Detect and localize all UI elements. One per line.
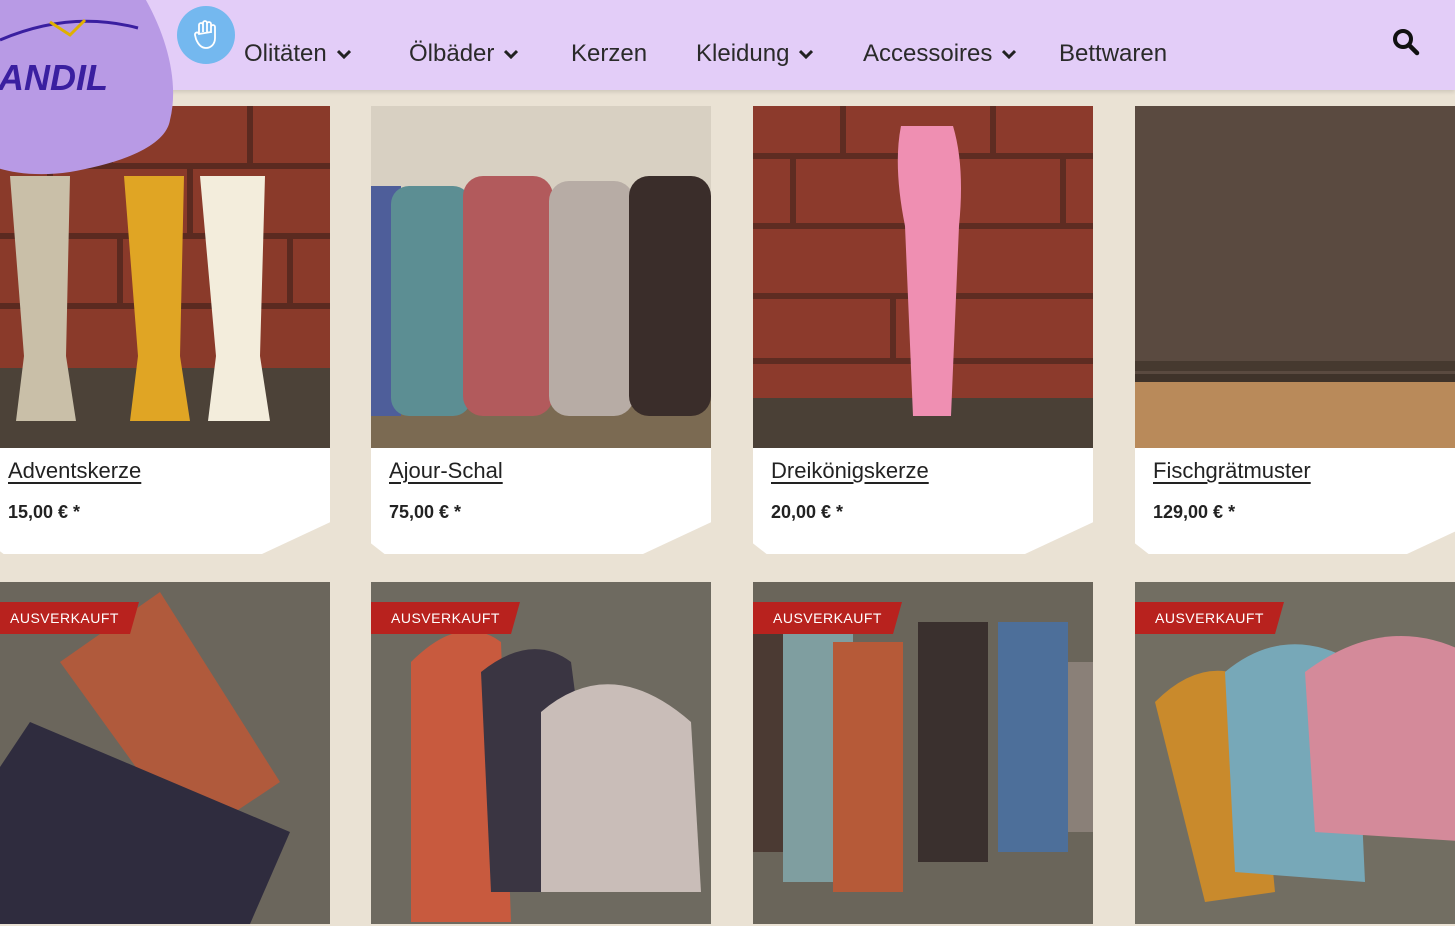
wrist-warmers-image[interactable]: AUSVERKAUFT	[0, 582, 330, 924]
chevron-down-icon	[336, 49, 351, 59]
pink-candle-image[interactable]	[753, 106, 1093, 448]
leg-warmers-image[interactable]: AUSVERKAUFT	[753, 582, 1093, 924]
soldout-badge: AUSVERKAUFT	[0, 602, 139, 634]
product-card-soldout[interactable]: AUSVERKAUFT	[0, 582, 330, 926]
product-info: Ajour-Schal 75,00 € *	[371, 448, 711, 554]
scarves-image[interactable]	[371, 106, 711, 448]
soldout-badge: AUSVERKAUFT	[371, 602, 520, 634]
product-title[interactable]: Ajour-Schal	[389, 458, 503, 484]
product-info: Dreikönigskerze 20,00 € *	[753, 448, 1093, 554]
product-price: 129,00 € *	[1153, 502, 1236, 522]
nav-item-bettwaren[interactable]: Bettwaren	[1059, 40, 1167, 68]
product-card[interactable]: Fischgrätmuster 129,00 € *	[1135, 106, 1455, 554]
nav-item-olitaeten[interactable]: Olitäten	[244, 40, 351, 68]
chevron-down-icon	[799, 49, 814, 59]
product-card-soldout[interactable]: AUSVERKAUFT	[371, 582, 711, 926]
brand-logo[interactable]: ANDIL	[0, 0, 180, 180]
product-title[interactable]: Fischgrätmuster	[1153, 458, 1311, 484]
beanies-image[interactable]: AUSVERKAUFT	[371, 582, 711, 924]
product-price: 15,00 € *	[8, 502, 81, 522]
nav-label: Ölbäder	[409, 40, 495, 67]
product-title[interactable]: Dreikönigskerze	[771, 458, 929, 484]
herringbone-fabric-image[interactable]	[1135, 106, 1455, 448]
product-price: 75,00 € *	[389, 502, 462, 522]
nav-item-kerzen[interactable]: Kerzen	[571, 40, 647, 68]
nav-item-kleidung[interactable]: Kleidung	[696, 40, 814, 68]
colorblock-beanies-image[interactable]: AUSVERKAUFT	[1135, 582, 1455, 924]
hand-icon	[194, 20, 216, 49]
product-info: Fischgrätmuster 129,00 € *	[1135, 448, 1455, 554]
nav-label: Kerzen	[571, 40, 648, 67]
product-card[interactable]: Ajour-Schal 75,00 € *	[371, 106, 711, 554]
nav-item-accessoires[interactable]: Accessoires	[863, 40, 1017, 68]
hand-icon-button[interactable]	[177, 6, 235, 64]
product-card[interactable]: Dreikönigskerze 20,00 € *	[753, 106, 1093, 554]
nav-label: Accessoires	[863, 40, 993, 67]
product-card-soldout[interactable]: AUSVERKAUFT	[753, 582, 1093, 926]
logo-text: ANDIL	[0, 57, 108, 98]
soldout-badge: AUSVERKAUFT	[1135, 602, 1284, 634]
nav-label: Kleidung	[696, 40, 790, 67]
chevron-down-icon	[1002, 49, 1017, 59]
soldout-badge: AUSVERKAUFT	[753, 602, 902, 634]
search-icon[interactable]	[1392, 28, 1420, 56]
nav-label: Olitäten	[244, 40, 327, 67]
product-info: Adventskerze 15,00 € *	[0, 448, 330, 554]
nav-label: Bettwaren	[1059, 40, 1168, 67]
product-price: 20,00 € *	[771, 502, 844, 522]
nav-item-oelbaeder[interactable]: Ölbäder	[409, 40, 519, 68]
product-title[interactable]: Adventskerze	[8, 458, 141, 484]
chevron-down-icon	[504, 49, 519, 59]
product-card-soldout[interactable]: AUSVERKAUFT	[1135, 582, 1455, 926]
